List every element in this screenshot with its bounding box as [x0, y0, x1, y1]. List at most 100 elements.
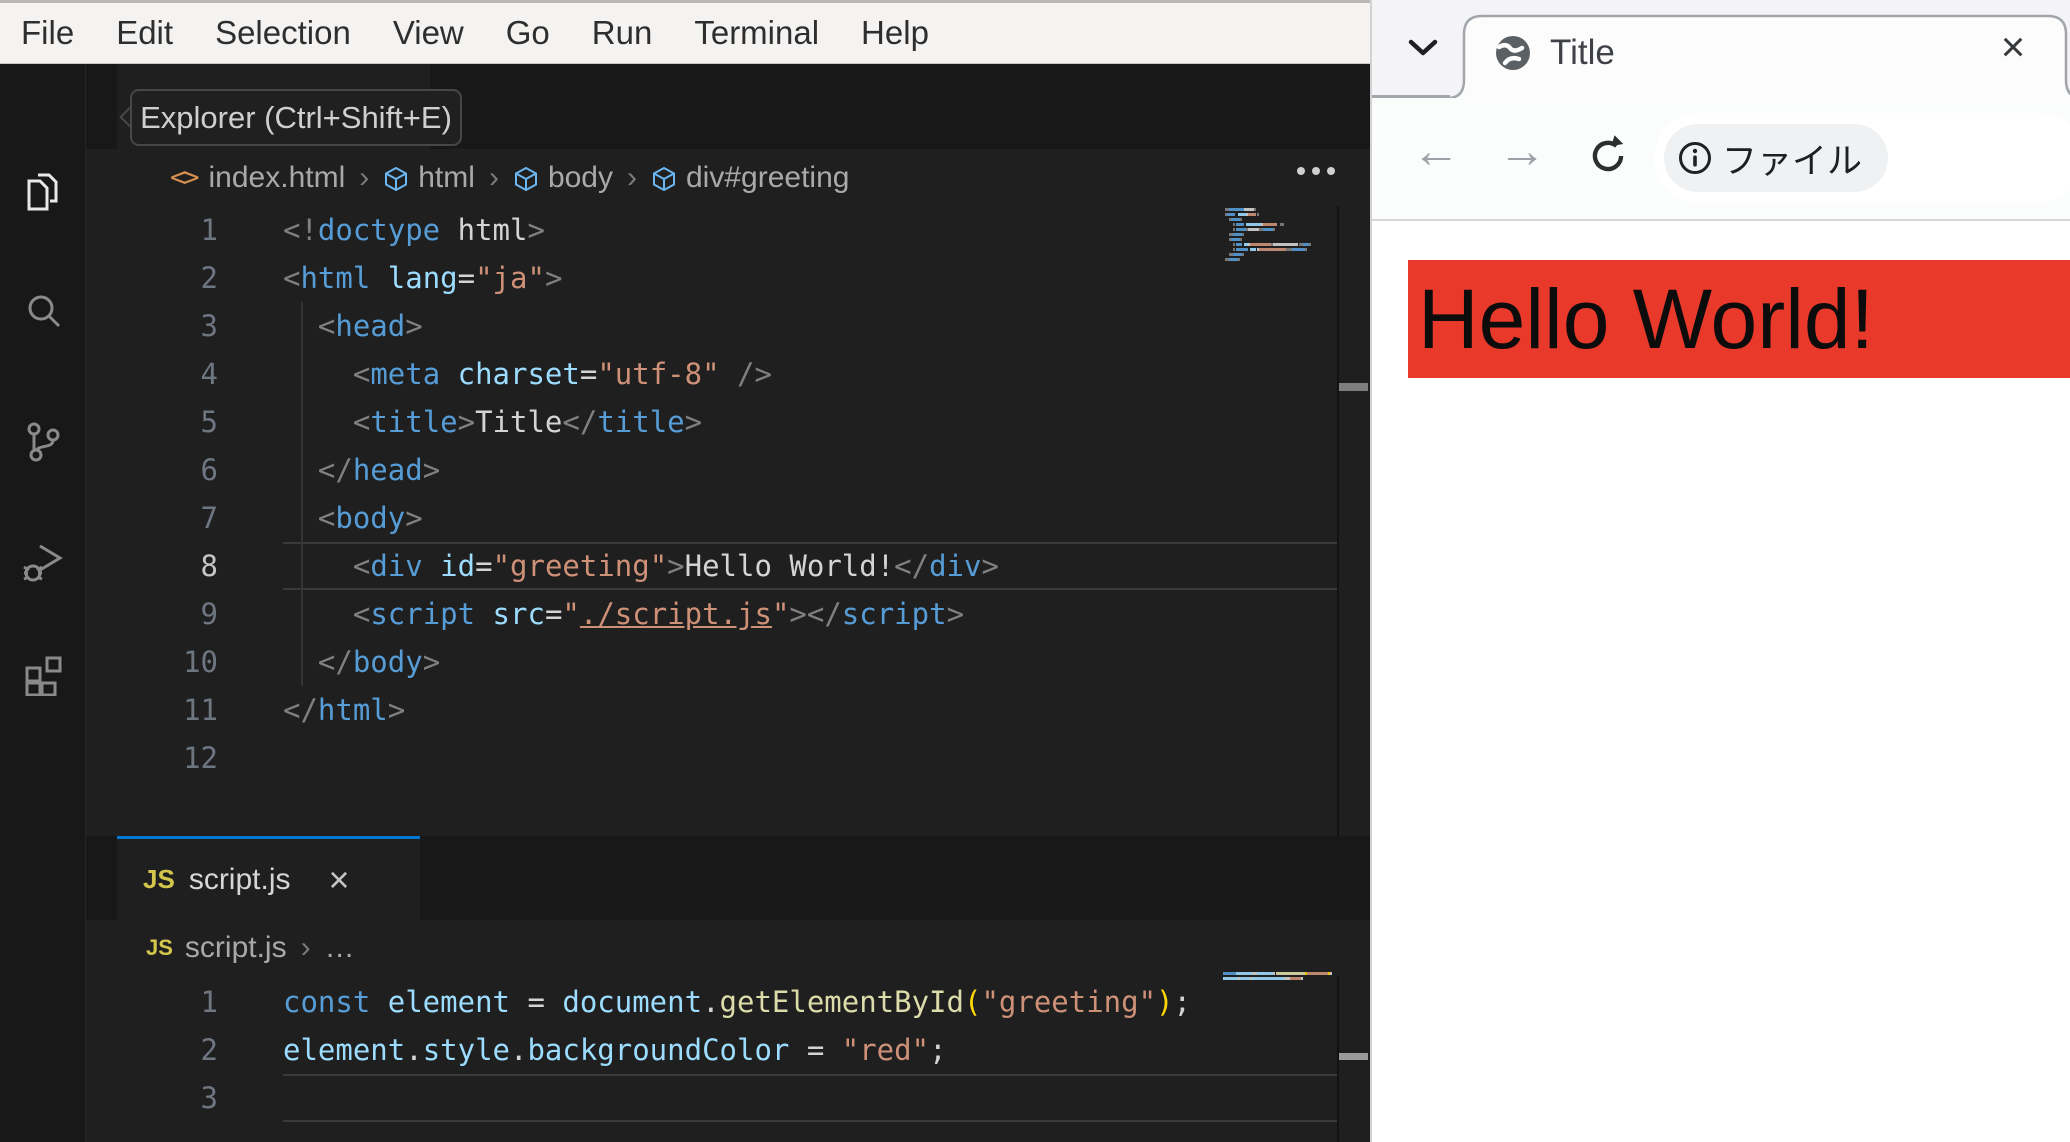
- minimap-line: [1239, 218, 1242, 222]
- minimap[interactable]: [1225, 208, 1337, 268]
- menu-edit[interactable]: Edit: [95, 14, 194, 52]
- reload-icon[interactable]: [1584, 132, 1632, 180]
- code-line[interactable]: 6 </head>: [86, 446, 1337, 494]
- minimap-line: [1237, 258, 1240, 262]
- scrollbar-marker[interactable]: [1339, 1053, 1368, 1060]
- line-number: 4: [200, 357, 218, 391]
- minimap-line: [1235, 228, 1246, 232]
- code-line[interactable]: 2 <html lang="ja">: [86, 254, 1337, 302]
- code-line[interactable]: 12: [86, 734, 1337, 782]
- code-line[interactable]: 1 const element = document.getElementById…: [86, 978, 1337, 1026]
- breadcrumb-html[interactable]: html: [418, 161, 475, 195]
- line-number: 3: [200, 309, 218, 343]
- minimap-line: [1243, 208, 1255, 212]
- minimap-line: [1223, 972, 1236, 976]
- breadcrumb-file[interactable]: index.html: [209, 161, 346, 195]
- forward-button[interactable]: →: [1498, 124, 1546, 179]
- js-file-icon: JS: [143, 864, 175, 894]
- minimap-line: [1248, 228, 1259, 232]
- minimap-line: [1239, 977, 1251, 981]
- tab-search-chevron-icon[interactable]: [1408, 38, 1438, 58]
- close-icon[interactable]: ×: [329, 861, 350, 898]
- symbol-cube-icon: [653, 166, 675, 191]
- code-line[interactable]: 5 <title>Title</title>: [86, 398, 1337, 446]
- close-icon[interactable]: ×: [1990, 23, 2036, 70]
- minimap[interactable]: [1223, 972, 1335, 986]
- code-line[interactable]: 1 <!doctype html>: [86, 206, 1337, 254]
- line-number: 1: [200, 985, 218, 1019]
- address-bar[interactable]: ファイル /home/u: [1654, 113, 2070, 203]
- minimap-line: [1252, 977, 1284, 981]
- menu-selection[interactable]: Selection: [194, 14, 372, 52]
- code-line[interactable]: 7 <body>: [86, 494, 1337, 542]
- menu-view[interactable]: View: [372, 14, 485, 52]
- line-number: 3: [200, 1081, 218, 1115]
- code-line[interactable]: 2 element.style.backgroundColor = "red";: [86, 1026, 1337, 1074]
- breadcrumb-ellipsis[interactable]: …: [325, 931, 355, 965]
- code-line[interactable]: 4 <meta charset="utf-8" />: [86, 350, 1337, 398]
- url-scheme-label: ファイル: [1722, 141, 1863, 181]
- minimap-line: [1233, 253, 1242, 257]
- browser-viewport: Hello World!: [1372, 221, 2070, 1142]
- browser-tab[interactable]: [1442, 12, 2070, 100]
- source-control-icon[interactable]: [19, 418, 67, 466]
- menu-go[interactable]: Go: [485, 14, 571, 52]
- code-text: </body>: [317, 645, 441, 679]
- menu-terminal[interactable]: Terminal: [673, 14, 840, 52]
- line-number: 2: [200, 261, 218, 295]
- back-button[interactable]: ←: [1412, 124, 1460, 179]
- breadcrumb: <> index.html › html › body › div#greeti…: [86, 149, 1370, 206]
- extensions-icon[interactable]: [19, 648, 67, 696]
- minimap-line: [1229, 258, 1238, 262]
- line-number: 1: [200, 213, 218, 247]
- explorer-icon[interactable]: [19, 168, 67, 216]
- minimap-line: [1248, 213, 1257, 217]
- code-line[interactable]: 3 <head>: [86, 302, 1337, 350]
- code-text: const element = document.getElementById(…: [283, 985, 1191, 1019]
- code-line[interactable]: 10 </body>: [86, 638, 1337, 686]
- tab-script-js[interactable]: JS script.js ×: [117, 836, 420, 920]
- minimap-line: [1279, 223, 1284, 227]
- line-number: 2: [200, 1033, 218, 1067]
- minimap-line: [1304, 248, 1307, 252]
- search-icon[interactable]: [19, 288, 67, 336]
- breadcrumb-body[interactable]: body: [548, 161, 613, 195]
- url-scheme-chip[interactable]: ファイル: [1664, 124, 1888, 192]
- code-line[interactable]: 9 <script src="./script.js"></script>: [86, 590, 1337, 638]
- code-text: <script src="./script.js"></script>: [352, 597, 965, 631]
- explorer-tooltip: Explorer (Ctrl+Shift+E): [130, 89, 462, 146]
- breadcrumb-div-greeting[interactable]: div#greeting: [686, 161, 849, 195]
- activity-bar: [0, 64, 86, 1142]
- scrollbar-marker[interactable]: [1339, 383, 1368, 391]
- minimap-line: [1273, 228, 1276, 232]
- minimap-line: [1239, 238, 1242, 242]
- minimap-line: [1309, 243, 1312, 247]
- code-line[interactable]: 3: [86, 1074, 1337, 1122]
- line-number: 5: [200, 405, 218, 439]
- minimap-line: [1233, 233, 1242, 237]
- info-icon[interactable]: [1677, 140, 1713, 176]
- run-and-debug-icon[interactable]: [19, 540, 67, 588]
- minimap-line: [1235, 223, 1244, 227]
- code-area-html[interactable]: 1 <!doctype html> 2 <html lang="ja"> 3 <head…: [86, 206, 1337, 782]
- breadcrumb-file[interactable]: script.js: [185, 931, 287, 965]
- code-text: <!doctype html>: [283, 213, 545, 247]
- minimap-line: [1262, 223, 1278, 227]
- menu-run[interactable]: Run: [571, 14, 674, 52]
- browser-window: Title × ← → ファイル /home/u: [1370, 0, 2070, 1142]
- minimap-line: [1241, 233, 1244, 237]
- html-symbol-icon: <>: [170, 162, 199, 193]
- chevron-right-icon: ›: [488, 160, 499, 194]
- screen: File Edit Selection View Go Run Terminal…: [0, 0, 2070, 1142]
- symbol-cube-icon: [385, 166, 408, 191]
- menu-help[interactable]: Help: [840, 14, 950, 52]
- code-line[interactable]: 8 <div id="greeting">Hello World!</div>: [86, 542, 1337, 590]
- minimap-line: [1241, 253, 1244, 257]
- minimap-line: [1256, 972, 1274, 976]
- code-line[interactable]: 11 </html>: [86, 686, 1337, 734]
- minimap-line: [1275, 972, 1305, 976]
- menu-file[interactable]: File: [0, 14, 95, 52]
- chevron-right-icon: ›: [627, 160, 637, 194]
- code-area-js[interactable]: 1 const element = document.getElementById…: [86, 978, 1337, 1122]
- line-number: 8: [200, 549, 218, 583]
